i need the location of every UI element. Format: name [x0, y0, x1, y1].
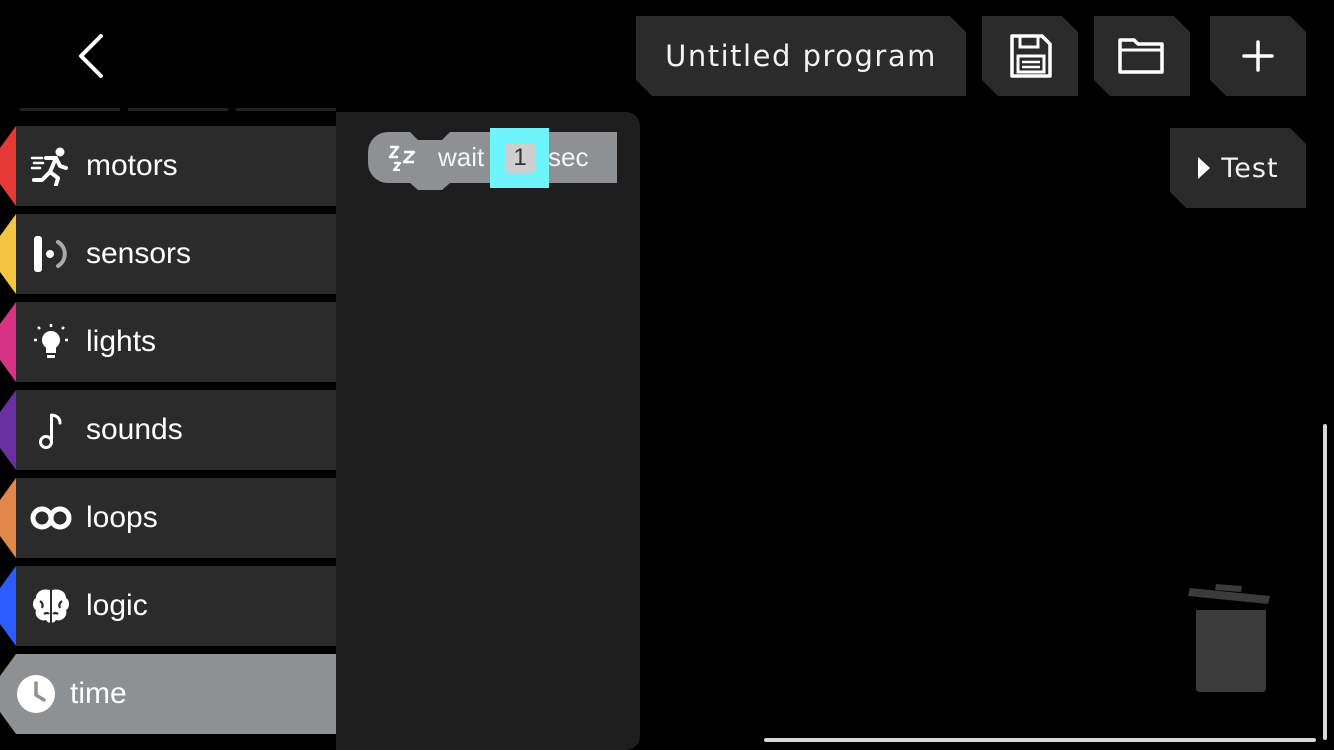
block-tab — [410, 183, 450, 190]
test-button[interactable]: Test — [1170, 128, 1306, 208]
new-program-button[interactable] — [1210, 16, 1306, 96]
clock-icon — [16, 674, 56, 714]
category-label: loops — [86, 501, 158, 534]
lightbulb-icon — [34, 324, 68, 358]
category-color-stripe — [0, 214, 16, 294]
category-label: sounds — [86, 413, 183, 446]
category-label: time — [70, 677, 127, 710]
category-color-stripe — [0, 126, 16, 206]
open-button[interactable] — [1094, 16, 1190, 96]
floppy-disk-icon — [1006, 32, 1054, 80]
plus-icon — [1241, 39, 1275, 73]
category-sensors[interactable]: sensors — [0, 214, 336, 294]
brain-icon — [33, 589, 69, 623]
tab-stub — [236, 108, 336, 119]
vertical-scrollbar[interactable] — [1323, 424, 1327, 740]
category-lights[interactable]: lights — [0, 302, 336, 382]
block-suffix: sec — [548, 142, 589, 172]
program-title-text: Untitled program — [665, 39, 937, 73]
category-sounds[interactable]: sounds — [0, 390, 336, 470]
category-label: motors — [86, 149, 178, 182]
category-label: logic — [86, 589, 148, 622]
sensor-icon — [34, 236, 67, 272]
category-color-stripe — [0, 478, 16, 558]
category-logic[interactable]: logic — [0, 566, 336, 646]
back-button[interactable] — [60, 26, 120, 86]
save-button[interactable] — [982, 16, 1078, 96]
trash-can-icon[interactable] — [1186, 580, 1276, 695]
category-time[interactable]: time — [0, 654, 336, 734]
wait-block[interactable]: wait 1 sec — [368, 128, 617, 190]
folder-icon — [1116, 34, 1168, 78]
program-title[interactable]: Untitled program — [636, 16, 966, 96]
play-icon — [1197, 156, 1211, 180]
category-label: lights — [86, 325, 157, 358]
category-color-stripe — [0, 302, 16, 382]
category-motors[interactable]: motors — [0, 126, 336, 206]
category-color-stripe — [0, 566, 16, 646]
music-note-icon — [39, 413, 62, 449]
category-loops[interactable]: loops — [0, 478, 336, 558]
tab-stub — [20, 108, 120, 119]
category-color-stripe — [0, 390, 16, 470]
tab-stub — [128, 108, 228, 119]
running-person-icon — [30, 147, 68, 186]
chevron-left-icon — [79, 34, 103, 78]
category-label: sensors — [86, 237, 192, 270]
test-button-label: Test — [1221, 152, 1279, 184]
horizontal-scrollbar[interactable] — [764, 738, 1316, 742]
wait-seconds-input[interactable]: 1 — [505, 143, 535, 173]
sleep-zzz-icon — [388, 145, 416, 172]
block-prefix: wait — [438, 142, 485, 172]
infinity-loop-icon — [30, 506, 72, 530]
block-flyout — [336, 112, 640, 750]
